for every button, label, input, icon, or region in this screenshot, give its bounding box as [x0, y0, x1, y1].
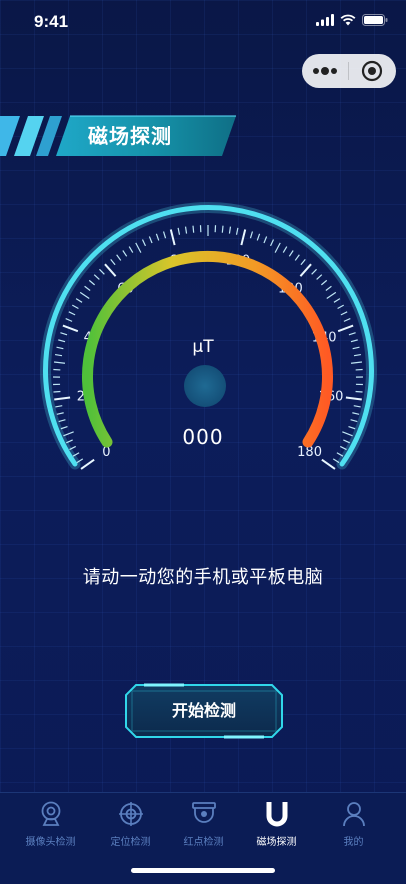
gauge-minor-tick	[164, 232, 166, 239]
gauge-minor-tick	[237, 228, 238, 235]
gauge-minor-tick	[60, 333, 67, 335]
camera-icon	[39, 801, 63, 827]
gauge-minor-tick	[283, 247, 287, 253]
gauge-minor-tick	[53, 391, 60, 392]
gauge-major-tick	[241, 230, 245, 246]
wifi-icon	[340, 14, 356, 26]
gauge-minor-tick	[55, 406, 62, 407]
battery-icon	[362, 14, 388, 26]
gauge-minor-tick	[312, 269, 317, 274]
gauge-major-tick	[338, 326, 353, 332]
gauge-minor-tick	[301, 259, 305, 264]
gauge-minor-tick	[338, 305, 344, 308]
gauge-minor-tick	[351, 362, 362, 363]
magnet-icon	[265, 800, 289, 828]
gauge-minor-tick	[289, 250, 293, 256]
gauge-minor-tick	[111, 259, 115, 264]
gauge-major-tick	[105, 264, 116, 276]
start-detect-button[interactable]: 开始检测	[124, 683, 284, 739]
tab-label: 红点检测	[163, 833, 244, 848]
gauge-minor-tick	[354, 406, 361, 407]
gauge-minor-tick	[57, 413, 64, 415]
gauge-minor-tick	[94, 275, 99, 280]
gauge-minor-tick	[72, 305, 78, 308]
signal-icon	[316, 14, 334, 26]
gauge-minor-tick	[257, 234, 259, 241]
gauge-major-tick	[346, 397, 362, 399]
more-icon	[312, 67, 338, 75]
gauge-minor-tick	[89, 280, 94, 284]
gauge-minor-tick	[327, 292, 336, 298]
gauge-major-tick	[54, 397, 70, 399]
tab-label: 我的	[313, 833, 394, 848]
gauge-minor-tick	[321, 280, 326, 284]
gauge-minor-tick	[69, 312, 75, 315]
gauge-minor-tick	[66, 319, 72, 322]
tab-label: 摄像头检测	[10, 833, 91, 848]
gauge-minor-tick	[80, 292, 89, 298]
gauge-minor-tick	[352, 413, 359, 415]
status-bar: 9:41	[0, 0, 406, 46]
gauge-minor-tick	[356, 391, 363, 392]
gauge-minor-tick	[271, 240, 274, 246]
gauge-minor-tick	[229, 227, 230, 234]
gauge-minor-tick	[136, 243, 141, 253]
tab-location-detect[interactable]: 定位检测	[90, 799, 171, 848]
gauge-minor-tick	[351, 420, 358, 422]
gauge-hub	[184, 365, 226, 407]
tab-magnetic-detect[interactable]: 磁场探测	[236, 799, 317, 848]
gauge-minor-tick	[344, 319, 350, 322]
gauge-minor-tick	[193, 226, 194, 233]
gauge-major-tick	[81, 460, 94, 469]
gauge-minor-tick	[334, 299, 340, 303]
gauge-unit: μT	[0, 337, 406, 357]
gauge-minor-tick	[149, 237, 152, 243]
target-close-icon	[361, 60, 383, 82]
gauge-minor-tick	[295, 255, 299, 261]
crosshair-icon	[118, 801, 144, 827]
gauge-minor-tick	[186, 227, 187, 234]
more-button[interactable]	[302, 54, 348, 88]
gauge-major-tick	[322, 460, 335, 469]
tab-label: 磁场探测	[236, 833, 317, 848]
gauge-minor-tick	[341, 312, 347, 315]
gauge-minor-tick	[142, 240, 145, 246]
gauge-minor-tick	[117, 255, 121, 261]
tab-label: 定位检测	[90, 833, 171, 848]
gauge-major-tick	[63, 326, 78, 332]
gauge-minor-tick	[123, 250, 127, 256]
gauge-minor-tick	[264, 237, 267, 243]
gauge-major-tick	[300, 264, 311, 276]
close-button[interactable]	[349, 54, 395, 88]
gauge-minor-tick	[275, 243, 280, 253]
start-detect-label: 开始检测	[124, 683, 284, 739]
tab-profile[interactable]: 我的	[313, 799, 394, 848]
tab-camera-detect[interactable]: 摄像头检测	[10, 799, 91, 848]
status-time: 9:41	[34, 12, 68, 32]
gauge-minor-tick	[317, 275, 322, 280]
gauge-minor-tick	[326, 286, 332, 290]
page-title: 磁场探测	[88, 120, 172, 149]
gauge-minor-tick	[178, 228, 179, 235]
gauge-minor-tick	[85, 286, 91, 290]
gauge-major-tick	[171, 230, 175, 246]
gauge-minor-tick	[59, 420, 66, 422]
gauge-minor-tick	[54, 362, 65, 363]
miniprogram-capsule	[302, 54, 396, 88]
instruction-text: 请动一动您的手机或平板电脑	[0, 563, 406, 589]
gauge-minor-tick	[156, 234, 158, 241]
gauge-minor-tick	[99, 269, 104, 274]
gauge-minor-tick	[129, 247, 133, 253]
home-indicator	[131, 868, 275, 873]
tab-red-dot-detect[interactable]: 红点检测	[163, 799, 244, 848]
security-camera-icon	[191, 801, 217, 827]
gauge-minor-tick	[349, 333, 356, 335]
gauge-reading: 000	[0, 425, 406, 449]
gauge-minor-tick	[76, 299, 82, 303]
user-icon	[342, 801, 366, 827]
gauge-minor-tick	[250, 232, 252, 239]
gauge-minor-tick	[222, 226, 223, 233]
status-icons	[316, 14, 388, 26]
